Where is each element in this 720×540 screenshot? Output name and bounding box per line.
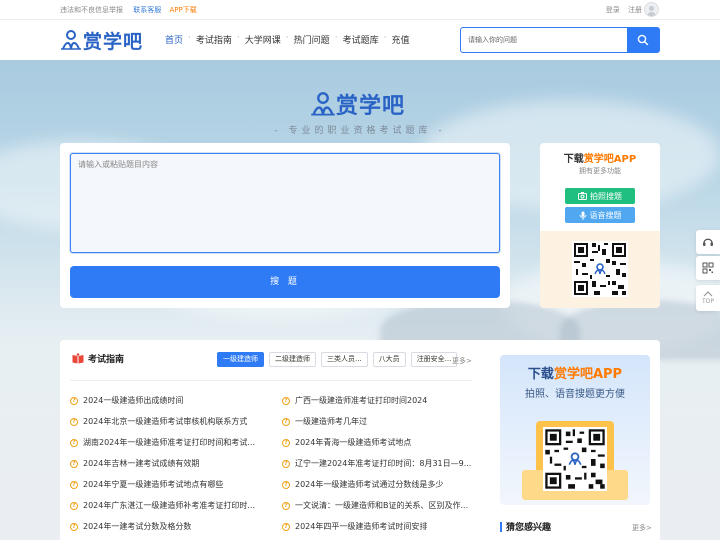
qr-code-float-button[interactable] [696,256,720,280]
nav-item-question-bank[interactable]: 考试题库 [343,33,379,46]
tab-three-types-personnel[interactable]: 三类人员... [321,352,368,367]
report-notice: 违法和不良信息举报 联系客服 APP下载 [60,5,197,15]
question-mark-icon: ? [70,480,78,489]
question-mark-icon: ? [70,417,78,426]
header-search-button[interactable] [627,28,659,52]
question-mark-icon: ? [282,438,290,447]
avatar[interactable] [644,2,659,17]
nav-item-online-course[interactable]: 大学网课 [245,33,281,46]
list-item[interactable]: ? 2024年青海一级建造师考试地点 [282,432,472,453]
question-mark-icon: ? [282,501,290,510]
question-mark-icon: ? [282,480,290,489]
hero-logo-text: 赏学吧 [336,94,406,119]
contact-service-link[interactable]: 联系客服 [133,6,161,14]
tab-eight-staff[interactable]: 八大员 [372,352,406,367]
guide-list-left: ? 2024一级建造师出成绩时间 ? 2024年北京一级建造师考试审核机构联系方式 … [70,390,260,537]
question-mark-icon: ? [282,417,290,426]
header-search [460,27,660,53]
search-icon [637,34,649,46]
app-download-card: 下载赏学吧APP 拥有更多功能 拍照搜题 语音搜题 [540,143,660,308]
nav-item-exam-guide[interactable]: 考试指南 [196,33,232,46]
hero-slogan: - 专业的职业资格考试题库 - [274,126,446,136]
nav-item-recharge[interactable]: 充值 [391,33,409,46]
report-text[interactable]: 违法和不良信息举报 [60,6,123,14]
list-item[interactable]: ? 湖南2024年一级建造师准考证打印时间和考试... [70,432,260,453]
exam-guide-header: 考试指南 [72,352,124,365]
site-logo[interactable]: 赏学吧 [60,27,143,53]
exam-guide-title: 考试指南 [88,355,125,365]
microphone-icon [579,211,586,220]
site-header: 赏学吧 首页 · 考试指南 · 大学网课 · 热门问题 · 考试题库 · 充值 [0,20,720,60]
header-search-input[interactable] [461,28,627,52]
list-item[interactable]: ? 2024年北京一级建造师考试审核机构联系方式 [70,411,260,432]
nav-item-hot-questions[interactable]: 热门问题 [294,33,330,46]
list-item[interactable]: ? 一级建造师考几年过 [282,411,472,432]
exam-category-tabs: 一级建造师 二级建造师 三类人员... 八大员 注册安全... [217,352,462,367]
promo-subtitle: 拍照、语音搜题更方便 [525,389,625,400]
back-to-top-label: TOP [701,298,714,305]
exam-guide-more-link[interactable]: 更多> [452,356,472,366]
app-promo-banner[interactable]: 下载赏学吧APP 拍照、语音搜题更方便 [500,355,650,505]
logo-mark-icon [311,92,335,116]
question-mark-icon: ? [70,501,78,510]
list-item[interactable]: ? 2024年广东湛江一级建造师补考准考证打印时... [70,495,260,516]
auth-links: 登录 注册 [600,5,642,15]
app-card-title: 下载赏学吧APP [563,154,637,165]
promo-qr-code [543,427,607,491]
question-search-card: 搜 题 [60,143,510,308]
exam-guide-section: 考试指南 一级建造师 二级建造师 三类人员... 八大员 注册安全... 更多>… [60,340,660,540]
logo-mark-icon [61,30,81,50]
question-mark-icon: ? [70,459,78,468]
login-link[interactable]: 登录 [606,6,620,14]
question-mark-icon: ? [70,438,78,447]
guess-you-like-title: 猜您感兴趣 [506,523,552,533]
app-download-link[interactable]: APP下载 [169,6,196,14]
list-item[interactable]: ? 辽宁一建2024年准考证打印时间：8月31日—9... [282,453,472,474]
main-nav: 首页 · 考试指南 · 大学网课 · 热门问题 · 考试题库 · 充值 [165,33,410,46]
question-mark-icon: ? [282,396,290,405]
camera-icon [578,192,587,200]
back-to-top-button[interactable]: TOP [696,285,720,311]
promo-title: 下载赏学吧APP [527,367,623,382]
guide-book-icon [72,353,84,364]
qr-code-icon [702,262,714,274]
list-item[interactable]: ? 一文说清：一级建造师和B证的关系、区别及作... [282,495,472,516]
list-item[interactable]: ? 广西一级建造师准考证打印时间2024 [282,390,472,411]
tab-first-class-constructor[interactable]: 一级建造师 [217,352,264,367]
guide-list-right: ? 广西一级建造师准考证打印时间2024 ? 一级建造师考几年过 ? 2024年青海一… [282,390,472,537]
question-mark-icon: ? [282,459,290,468]
list-item[interactable]: ? 2024年四平一级建造师考试时间安排 [282,516,472,537]
nav-item-home[interactable]: 首页 [165,33,183,46]
question-mark-icon: ? [282,522,290,531]
list-item[interactable]: ? 2024年一级建造师考试通过分数线是多少 [282,474,472,495]
chevron-up-icon [703,291,713,297]
customer-service-float-button[interactable] [696,230,720,254]
headset-icon [703,238,713,246]
photo-search-button[interactable]: 拍照搜题 [565,188,635,204]
tab-second-class-constructor[interactable]: 二级建造师 [269,352,316,367]
app-card-subtitle: 拥有更多功能 [579,167,621,175]
list-item[interactable]: ? 2024一级建造师出成绩时间 [70,390,260,411]
question-mark-icon: ? [70,522,78,531]
guess-you-like-header: 猜您感兴趣 [500,520,551,533]
list-item[interactable]: ? 2024年宁夏一级建造师考试地点有哪些 [70,474,260,495]
top-utility-bar: 违法和不良信息举报 联系客服 APP下载 登录 注册 [0,0,720,20]
question-mark-icon: ? [70,396,78,405]
voice-search-button[interactable]: 语音搜题 [565,207,635,223]
logo-text: 赏学吧 [83,30,144,53]
tab-registered-safety[interactable]: 注册安全... [410,352,458,367]
guess-more-link[interactable]: 更多> [632,523,652,533]
register-link[interactable]: 注册 [628,6,642,14]
list-item[interactable]: ? 2024年吉林一建考试成绩有效期 [70,453,260,474]
question-input[interactable] [70,153,500,253]
search-question-button[interactable]: 搜 题 [70,266,500,298]
app-qr-code [572,241,628,297]
list-item[interactable]: ? 2024年一建考试分数及格分数 [70,516,260,537]
hero-logo: 赏学吧 [310,88,405,120]
